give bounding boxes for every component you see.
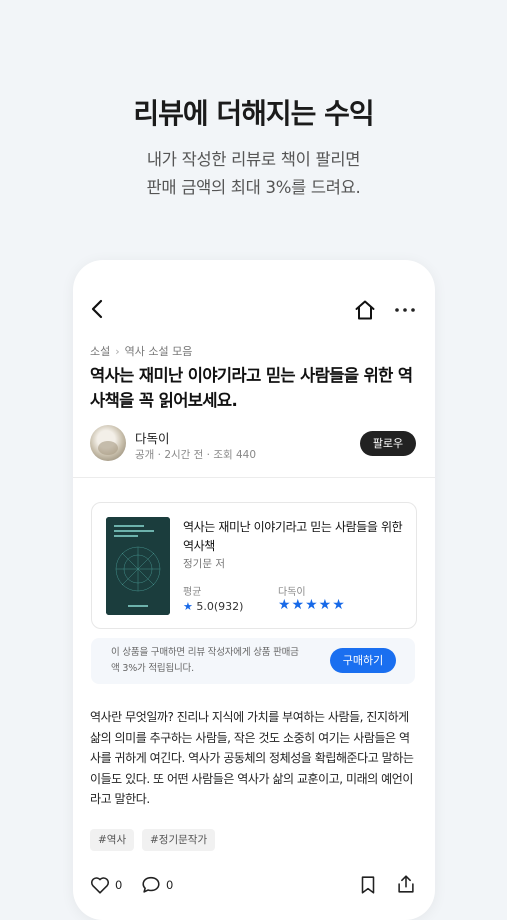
- home-icon[interactable]: [353, 298, 377, 322]
- hero-title: 리뷰에 더해지는 수익: [0, 92, 507, 132]
- purchase-notice: 이 상품을 구매하면 리뷰 작성자에게 상품 판매금액 3%가 적립됩니다. 구…: [91, 638, 415, 684]
- book-title[interactable]: 역사는 재미난 이야기라고 믿는 사람들을 위한 역사책: [183, 518, 403, 556]
- follow-button[interactable]: 팔로우: [360, 431, 416, 456]
- avatar[interactable]: [90, 425, 126, 461]
- like-count: 0: [115, 878, 122, 892]
- book-author: 정기문 저: [183, 556, 225, 571]
- breadcrumb-collection[interactable]: 역사 소설 모음: [125, 345, 193, 358]
- tag-author[interactable]: #정기문작가: [142, 829, 215, 851]
- user-rating-stars: ★★★★★: [278, 597, 346, 613]
- avg-rating-label: 평균: [183, 583, 201, 598]
- avg-rating-value: 5.0(932): [196, 600, 243, 613]
- star-icon: ★: [183, 600, 193, 613]
- author-name[interactable]: 다독이: [135, 428, 170, 447]
- breadcrumb-category[interactable]: 소설: [90, 345, 110, 358]
- divider: [73, 477, 435, 478]
- purchase-notice-text: 이 상품을 구매하면 리뷰 작성자에게 상품 판매금액 3%가 적립됩니다.: [111, 645, 306, 677]
- more-horizontal-icon[interactable]: [393, 298, 417, 322]
- book-cover-image[interactable]: [106, 517, 170, 615]
- bookmark-icon[interactable]: [357, 874, 379, 896]
- share-icon[interactable]: [395, 873, 417, 895]
- post-body: 역사란 무엇일까? 진리나 지식에 가치를 부여하는 사람들, 진지하게 삶의 …: [90, 707, 420, 810]
- breadcrumb: 소설 › 역사 소설 모음: [90, 343, 192, 359]
- phone-frame: 소설 › 역사 소설 모음 역사는 재미난 이야기라고 믿는 사람들을 위한 역사책…: [73, 260, 435, 920]
- comment-count: 0: [166, 878, 173, 892]
- post-title: 역사는 재미난 이야기라고 믿는 사람들을 위한 역사책을 꼭 읽어보세요.: [90, 363, 425, 413]
- avg-rating: ★ 5.0(932): [183, 600, 243, 613]
- hero-subtitle: 내가 작성한 리뷰로 책이 팔리면 판매 금액의 최대 3%를 드려요.: [0, 146, 507, 202]
- book-card[interactable]: 역사는 재미난 이야기라고 믿는 사람들을 위한 역사책 정기문 저 평균 다독…: [91, 502, 417, 629]
- author-meta: 공개 · 2시간 전 · 조회 440: [135, 447, 256, 462]
- comment-icon[interactable]: [140, 874, 162, 896]
- buy-button[interactable]: 구매하기: [330, 648, 396, 673]
- chevron-right-icon: ›: [115, 345, 119, 358]
- hero-subtitle-line2: 판매 금액의 최대 3%를 드려요.: [0, 174, 507, 202]
- user-rating-label: 다독이: [278, 583, 306, 598]
- hero-subtitle-line1: 내가 작성한 리뷰로 책이 팔리면: [0, 146, 507, 174]
- chevron-left-icon[interactable]: [87, 298, 109, 320]
- action-bar: 0 0: [73, 870, 435, 900]
- heart-icon[interactable]: [89, 874, 111, 896]
- tag-history[interactable]: #역사: [90, 829, 134, 851]
